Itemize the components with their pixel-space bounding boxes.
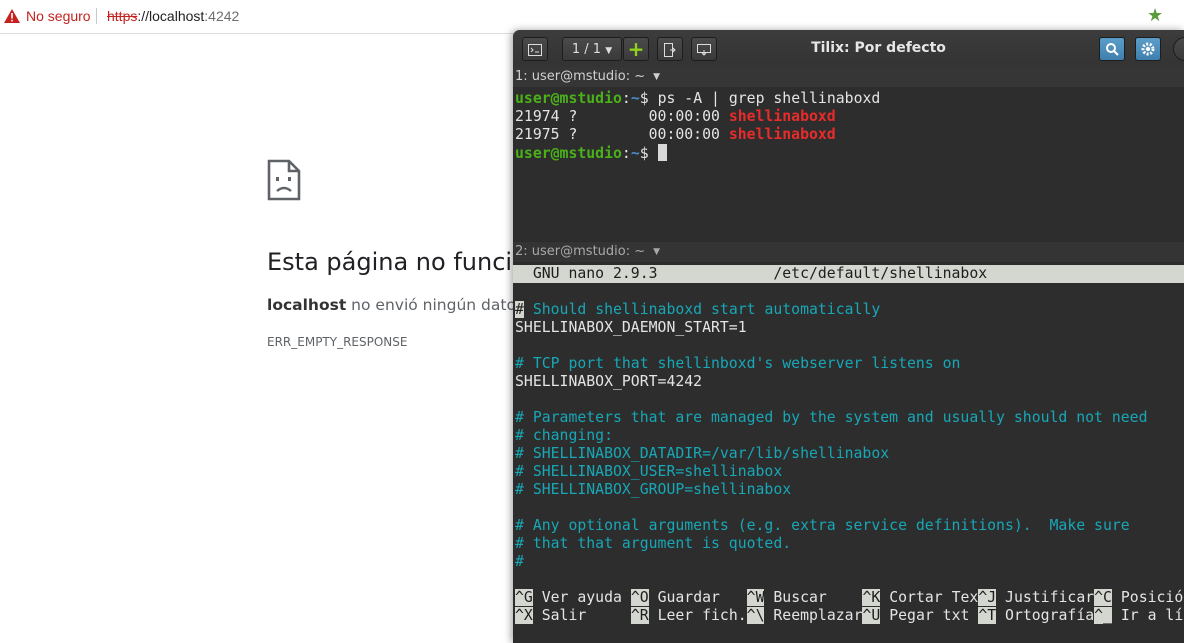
shortcut-key: ^R bbox=[630, 607, 649, 624]
shortcut-label: Leer fich. bbox=[648, 607, 747, 624]
comment-text: Should shellinaboxd start automatically bbox=[523, 301, 881, 318]
shortcut-key: ^O bbox=[630, 589, 649, 606]
gear-icon bbox=[1141, 42, 1155, 56]
shortcut-label: Ver ayuda bbox=[532, 589, 631, 606]
pane2-titlebar[interactable]: 2: user@mstudio: ~ ▼ bbox=[513, 242, 1184, 262]
pane1-titlebar[interactable]: 1: user@mstudio: ~ ▼ bbox=[513, 67, 1184, 87]
url-text[interactable]: https://localhost:4242 bbox=[107, 8, 239, 24]
nano-shortcut-row: ^G Ver ayuda ^O Guardar ^W Buscar ^K Cor… bbox=[515, 589, 1183, 607]
shortcut-label: Pegar txt bbox=[880, 607, 979, 624]
terminal-line: 21975 ? 00:00:00 shellinaboxd bbox=[515, 126, 836, 143]
terminal-pane-1[interactable]: user@mstudio:~$ ps -A | grep shellinabox… bbox=[513, 87, 1184, 241]
error-description: localhost no envió ningún dato. bbox=[267, 296, 521, 314]
address-bar[interactable]: No seguro https://localhost:4242 ★ bbox=[0, 0, 1184, 34]
settings-button[interactable] bbox=[1135, 37, 1161, 61]
sad-page-icon bbox=[267, 159, 301, 201]
nano-line: # changing: bbox=[515, 427, 613, 444]
nano-line: # SHELLINABOX_DATADIR=/var/lib/shellinab… bbox=[515, 445, 890, 462]
url-scheme: https bbox=[107, 8, 138, 24]
nano-header: GNU nano 2.9.3 /etc/default/shellinabox bbox=[513, 265, 1184, 283]
nano-line: # TCP port that shellinboxd's webserver … bbox=[515, 355, 961, 372]
pane1-title: 1: user@mstudio: ~ bbox=[515, 69, 646, 84]
nano-line: # SHELLINABOX_GROUP=shellinabox bbox=[515, 481, 792, 498]
search-icon bbox=[1106, 43, 1119, 56]
error-title: Esta página no funci bbox=[267, 248, 513, 276]
tilix-headerbar: 1 / 1 ▼ + Tilix: Por defecto bbox=[513, 30, 1184, 69]
chevron-down-icon[interactable]: ▼ bbox=[653, 67, 660, 87]
url-host: ://localhost bbox=[137, 8, 205, 24]
shortcut-key: ^U bbox=[862, 607, 881, 624]
url-port: :4242 bbox=[204, 8, 240, 24]
terminal-line: user@mstudio:~$ ps -A | grep shellinabox… bbox=[515, 90, 881, 107]
error-message: no envió ningún dato. bbox=[346, 296, 521, 314]
terminal-line: 21974 ? 00:00:00 shellinaboxd bbox=[515, 108, 836, 125]
shortcut-key: ^C bbox=[1094, 589, 1112, 606]
shortcut-key: ^X bbox=[515, 607, 533, 624]
shortcut-key: ^J bbox=[978, 589, 997, 606]
shortcut-label: Cortar Tex bbox=[880, 589, 979, 606]
nano-line: # that that argument is quoted. bbox=[515, 535, 792, 552]
shortcut-key: ^W bbox=[746, 589, 765, 606]
error-host: localhost bbox=[267, 296, 347, 314]
shortcut-label: Guardar bbox=[648, 589, 747, 606]
nano-shortcut-row: ^X Salir ^R Leer fich.^\ Reemplazar^U Pe… bbox=[515, 607, 1183, 625]
shortcut-key: ^K bbox=[862, 589, 881, 606]
nano-line: SHELLINABOX_PORT=4242 bbox=[515, 373, 703, 390]
shortcut-label: Buscar bbox=[764, 589, 863, 606]
divider bbox=[96, 8, 97, 24]
window-title: Tilix: Por defecto bbox=[811, 40, 946, 56]
pane2-title: 2: user@mstudio: ~ bbox=[515, 244, 646, 259]
shortcut-label: Salir bbox=[532, 607, 631, 624]
shortcut-label: Reemplazar bbox=[764, 607, 863, 624]
shortcut-label: Ortografía bbox=[996, 607, 1095, 624]
shortcut-key: ^\ bbox=[746, 607, 765, 624]
text-cursor: # bbox=[515, 301, 524, 318]
shortcut-key: ^G bbox=[515, 589, 533, 606]
window-menu-button[interactable] bbox=[1173, 37, 1184, 61]
text-cursor bbox=[657, 144, 667, 161]
security-status[interactable]: No seguro bbox=[26, 8, 91, 24]
warning-icon bbox=[4, 9, 20, 23]
find-button[interactable] bbox=[1099, 37, 1125, 61]
tilix-window: 1 / 1 ▼ + Tilix: Por defecto 1: user@mst… bbox=[513, 30, 1184, 643]
shortcut-label: Justificar bbox=[996, 589, 1095, 606]
shortcut-key: ^_ bbox=[1094, 607, 1112, 624]
nano-line: # Any optional arguments (e.g. extra ser… bbox=[515, 517, 1130, 534]
nano-line: # bbox=[515, 553, 524, 570]
terminal-pane-2[interactable]: GNU nano 2.9.3 /etc/default/shellinabox … bbox=[513, 263, 1184, 643]
nano-line: # SHELLINABOX_USER=shellinabox bbox=[515, 463, 783, 480]
chevron-down-icon[interactable]: ▼ bbox=[653, 242, 660, 262]
shortcut-label: Ir a lí bbox=[1111, 607, 1184, 624]
shortcut-key: ^T bbox=[978, 607, 997, 624]
terminal-line: user@mstudio:~$ bbox=[515, 144, 667, 162]
bookmark-star-icon[interactable]: ★ bbox=[1147, 5, 1163, 26]
nano-line: SHELLINABOX_DAEMON_START=1 bbox=[515, 319, 747, 336]
error-code: ERR_EMPTY_RESPONSE bbox=[267, 335, 408, 349]
nano-line: # Parameters that are managed by the sys… bbox=[515, 409, 1148, 426]
shortcut-label: Posició bbox=[1111, 589, 1184, 606]
nano-line: # Should shellinaboxd start automaticall… bbox=[515, 301, 880, 319]
